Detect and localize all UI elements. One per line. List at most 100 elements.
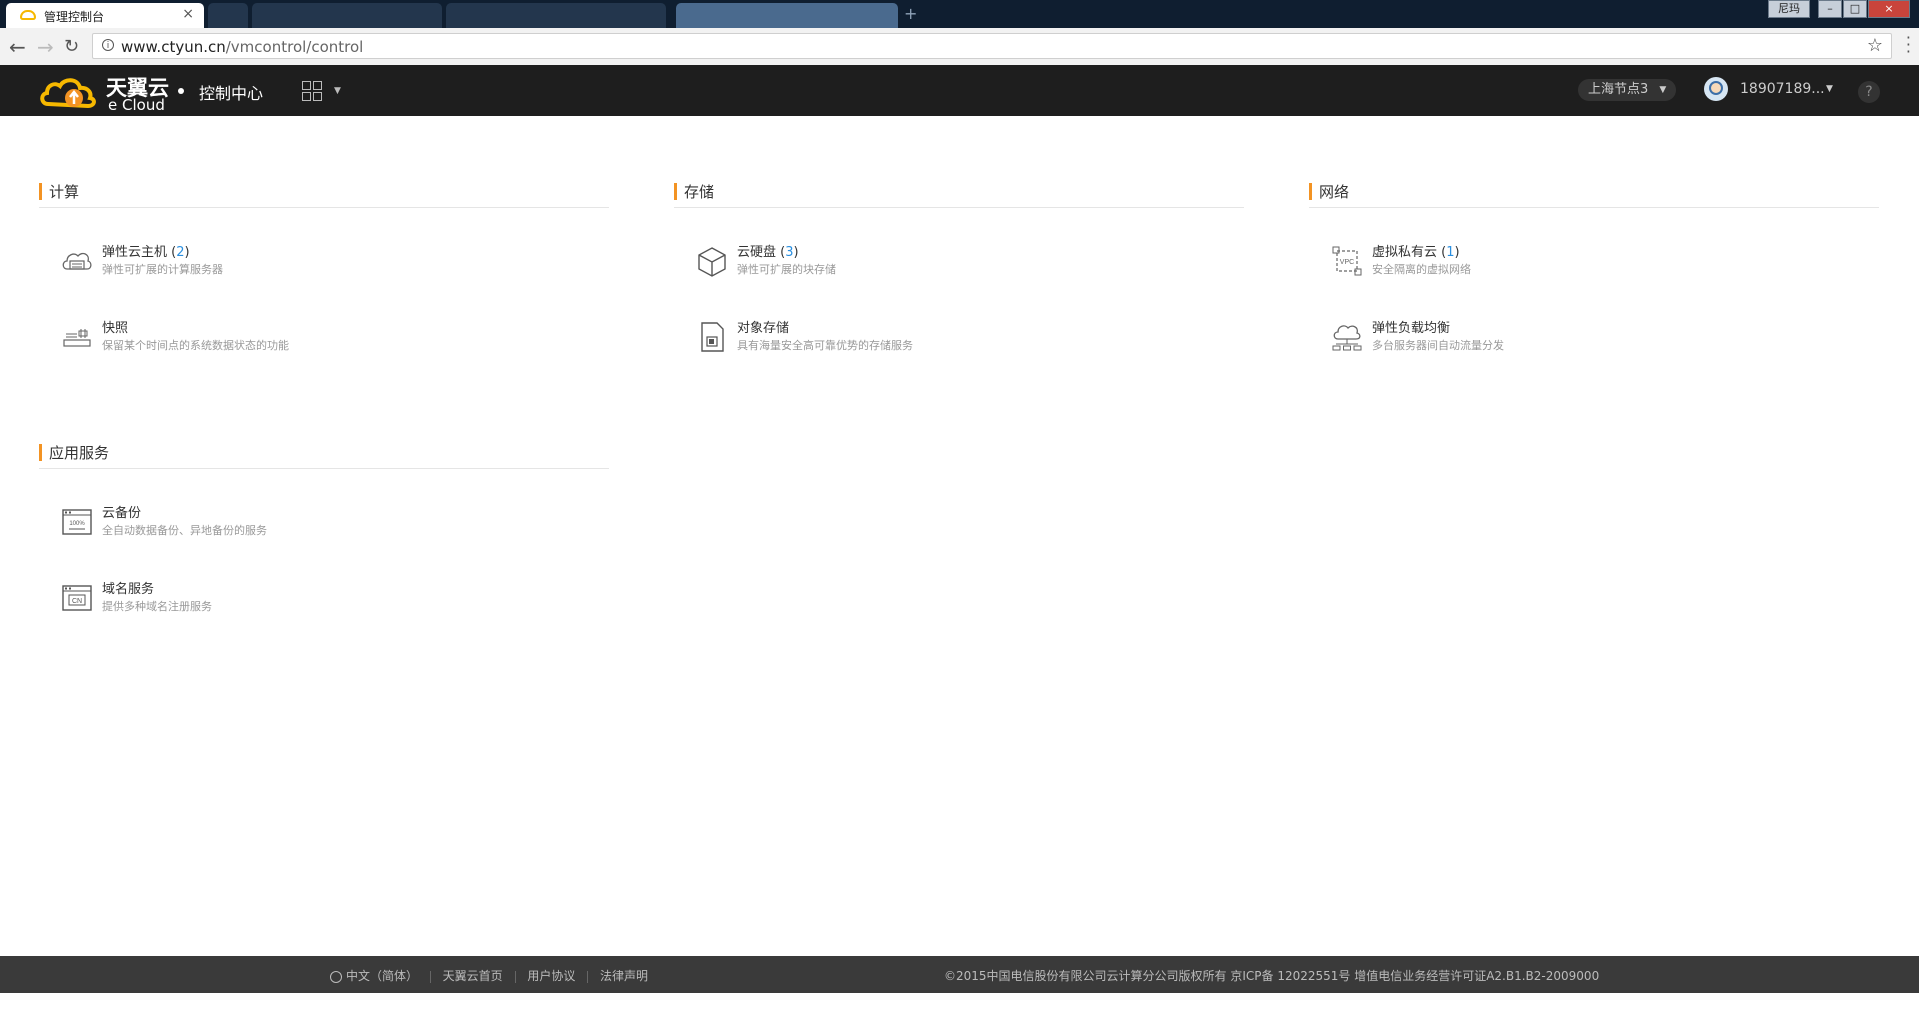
grid-icon [313,81,322,90]
service-name: 对象存储 [737,321,790,336]
info-icon[interactable]: i [102,39,114,51]
back-icon[interactable]: ← [9,35,26,59]
footer-link-agreement[interactable]: 用户协议 [527,969,575,983]
new-tab-icon[interactable]: + [904,4,917,23]
backup-icon-label: 100% [69,521,85,527]
section-title: 计算 [49,183,80,201]
section-header: 计算 [39,181,609,208]
reload-icon[interactable]: ↻ [64,36,79,57]
forward-icon[interactable]: → [37,35,54,59]
browser-tab[interactable] [446,3,666,28]
bookmark-star-icon[interactable]: ☆ [1867,35,1883,56]
section-header: 网络 [1309,181,1879,208]
cloud-favicon-icon [20,10,36,20]
service-name: 虚拟私有云 (1) [1372,245,1460,260]
footer-links: 中文（简体） 天翼云首页 用户协议 法律声明 [330,967,648,984]
browser-tab[interactable] [676,3,898,28]
service-name: 弹性负载均衡 [1372,321,1451,336]
service-count[interactable]: 1 [1446,245,1454,260]
browser-tab-active[interactable]: 管理控制台 × [6,3,204,28]
section-title: 网络 [1319,183,1350,201]
section-accent-bar [674,183,677,200]
section-apps: 应用服务 100% 云备份 全自动数据备份、异地备份的服务 CN 域名服务 提供… [39,442,609,613]
chevron-down-icon: ▼ [334,86,341,96]
snapshot-icon [63,329,91,347]
globe-icon [330,970,342,983]
service-item-vpc[interactable]: VPC 虚拟私有云 (1) 安全隔离的虚拟网络 [1331,241,1851,289]
service-desc: 弹性可扩展的计算服务器 [102,263,223,276]
url-input[interactable]: i www.ctyun.cn/vmcontrol/control ☆ [92,33,1892,59]
section-header: 存储 [674,181,1244,208]
divider [514,970,516,983]
footer-link-home[interactable]: 天翼云首页 [443,969,503,983]
service-item-object-storage[interactable]: 对象存储 具有海量安全高可靠优势的存储服务 [696,317,1216,365]
language-selector[interactable]: 中文（简体） [346,969,418,983]
section-accent-bar [39,444,42,461]
user-name[interactable]: 18907189... [1740,81,1825,97]
service-name: 云备份 [102,506,142,521]
footer-link-legal[interactable]: 法律声明 [600,969,648,983]
separator-dot [178,88,184,94]
logo-en-text: e Cloud [108,96,165,114]
service-item-cloud-server[interactable]: 弹性云主机 (2) 弹性可扩展的计算服务器 [61,241,581,289]
cube-icon [698,247,726,277]
chevron-down-icon: ▼ [1659,85,1667,95]
section-title: 存储 [684,183,715,201]
browser-tab-strip: 管理控制台 × + 尼玛 – □ × [0,0,1919,28]
cloud-server-icon [62,252,92,270]
service-name-text: 弹性云主机 [102,245,168,260]
user-badge[interactable]: 尼玛 [1768,0,1810,18]
url-host: www.ctyun.cn [121,38,226,56]
service-count[interactable]: 2 [176,245,184,260]
grid-icon [313,92,322,101]
service-desc: 全自动数据备份、异地备份的服务 [102,524,267,537]
minimize-icon[interactable]: – [1818,0,1842,18]
service-item-snapshot[interactable]: 快照 保留某个时间点的系统数据状态的功能 [61,317,581,365]
app-grid-menu-button[interactable]: ▼ [302,81,342,103]
service-name: 快照 [102,321,129,336]
load-balancer-icon [1332,325,1362,351]
chevron-down-icon[interactable]: ▼ [1826,84,1833,94]
service-name: 域名服务 [102,582,155,597]
help-icon[interactable]: ? [1858,81,1880,103]
browser-tab[interactable] [252,3,442,28]
browser-tab[interactable] [208,3,248,28]
url-text: www.ctyun.cn/vmcontrol/control [121,38,363,56]
service-item-cloud-disk[interactable]: 云硬盘 (3) 弹性可扩展的块存储 [696,241,1216,289]
service-item-cloud-backup[interactable]: 100% 云备份 全自动数据备份、异地备份的服务 [61,502,581,550]
section-network: 网络 VPC 虚拟私有云 (1) 安全隔离的虚拟网络 弹性负载均衡 多台服务器间… [1309,181,1879,352]
page-title: 控制中心 [199,84,264,103]
domain-icon: CN [62,585,92,611]
service-name: 云硬盘 (3) [737,245,799,260]
service-desc: 多台服务器间自动流量分发 [1372,339,1504,352]
app-header: 天翼云 e Cloud 控制中心 ▼ 上海节点3 ▼ 18907189... ▼… [0,65,1919,116]
region-selector[interactable]: 上海节点3 ▼ [1578,79,1677,101]
section-title: 应用服务 [49,444,110,462]
service-name: 弹性云主机 (2) [102,245,190,260]
divider [587,970,589,983]
maximize-icon[interactable]: □ [1843,0,1867,18]
service-desc: 提供多种域名注册服务 [102,600,212,613]
tab-title: 管理控制台 [44,10,105,24]
service-item-load-balancer[interactable]: 弹性负载均衡 多台服务器间自动流量分发 [1331,317,1851,365]
grid-icon [302,81,311,90]
avatar[interactable] [1704,77,1728,101]
service-desc: 弹性可扩展的块存储 [737,263,836,276]
service-desc: 保留某个时间点的系统数据状态的功能 [102,339,289,352]
footer: 中文（简体） 天翼云首页 用户协议 法律声明 ©2015中国电信股份有限公司云计… [0,956,1919,993]
service-desc: 具有海量安全高可靠优势的存储服务 [737,339,913,352]
service-desc: 安全隔离的虚拟网络 [1372,263,1471,276]
browser-menu-icon[interactable]: · · · [1906,30,1911,60]
url-path: /vmcontrol/control [225,38,364,56]
ecloud-logo-icon [40,78,96,108]
service-item-domain[interactable]: CN 域名服务 提供多种域名注册服务 [61,578,581,626]
close-window-icon[interactable]: × [1868,0,1910,18]
service-count[interactable]: 3 [785,245,793,260]
region-label: 上海节点3 [1588,82,1649,97]
object-storage-icon [701,322,724,352]
copyright-text: ©2015中国电信股份有限公司云计算分公司版权所有 京ICP备 12022551… [944,969,1600,983]
section-header: 应用服务 [39,442,609,469]
close-tab-icon[interactable]: × [182,6,194,22]
section-accent-bar [39,183,42,200]
domain-icon-label: CN [72,598,82,605]
